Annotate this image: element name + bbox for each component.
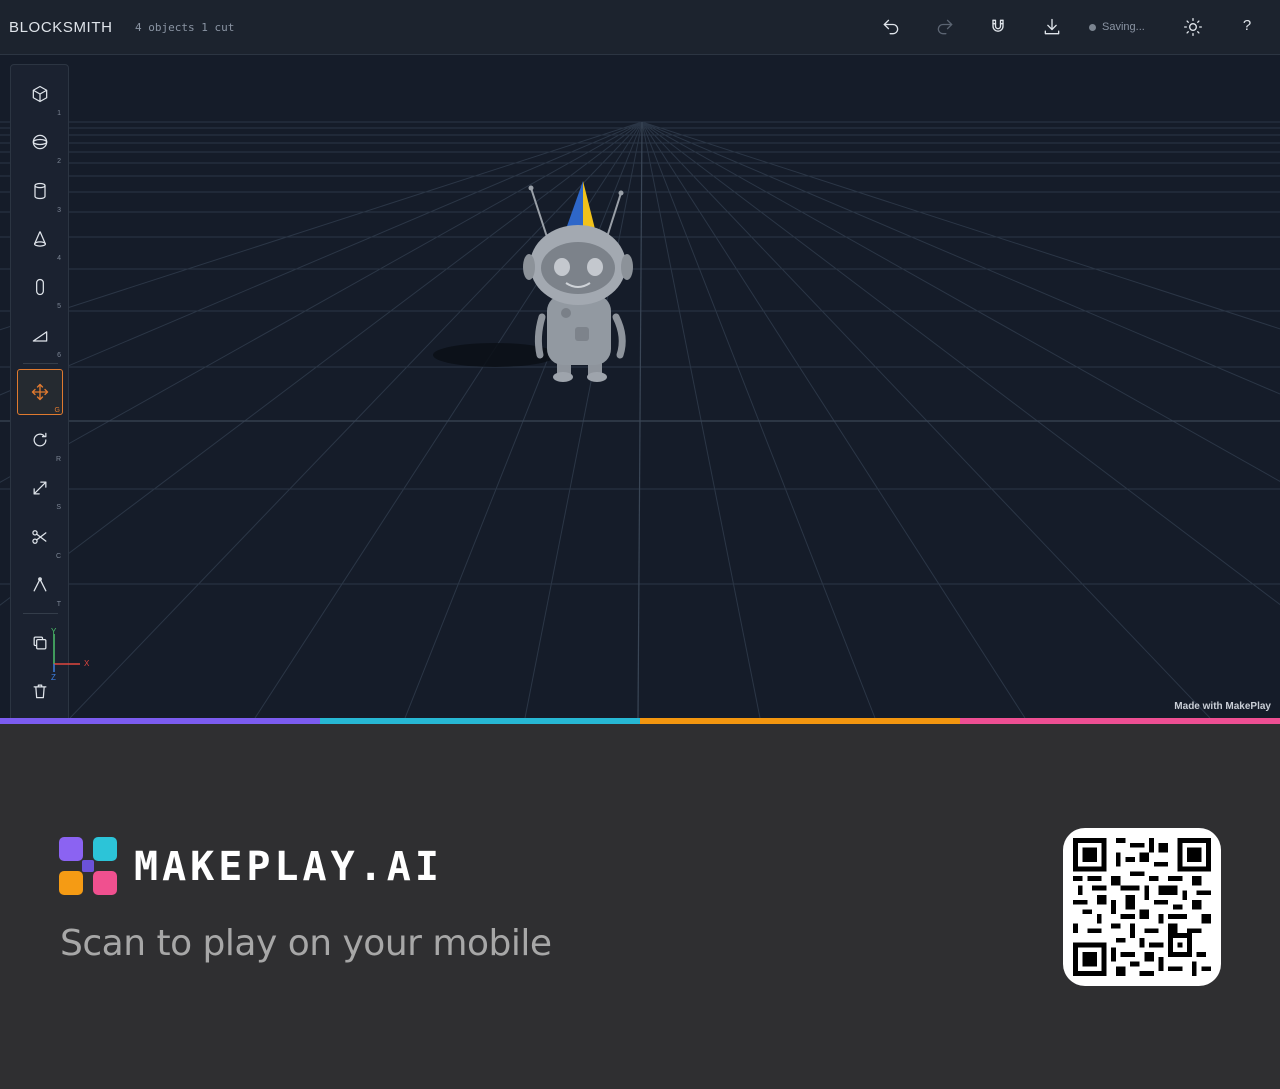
toolbar-divider (23, 363, 58, 364)
tool-shortcut-key: R (55, 456, 61, 463)
trash-icon (33, 684, 47, 699)
tool-move-button[interactable]: G (17, 369, 63, 415)
magnet-icon (992, 19, 1004, 32)
tool-palette: 1 2 3 4 5 6 G R S C T (10, 64, 69, 724)
toolbar-divider (23, 613, 58, 614)
tool-shortcut-key: G (54, 407, 60, 414)
tool-shortcut-key: T (56, 601, 61, 608)
makeplay-logo-icon (59, 837, 117, 895)
taper-icon (33, 577, 47, 592)
tool-cone-button[interactable]: 4 (17, 216, 63, 262)
cone-icon (33, 231, 47, 247)
cube-icon (32, 85, 48, 103)
rotate-icon (33, 432, 47, 447)
robot-model[interactable] (433, 181, 633, 382)
axis-x-label: X (84, 659, 90, 668)
scene-object-count: 4 objects 1 cut (135, 21, 235, 34)
status-dot (1089, 23, 1096, 31)
redo-button[interactable] (933, 15, 957, 39)
tool-shortcut-key: 1 (57, 110, 61, 117)
qr-code[interactable] (1063, 828, 1221, 986)
download-button[interactable] (1040, 15, 1064, 39)
tool-shortcut-key: 2 (57, 158, 61, 165)
capsule-icon (36, 278, 44, 296)
tool-rotate-button[interactable]: R (17, 417, 63, 463)
download-icon (1044, 18, 1060, 35)
tool-capsule-button[interactable]: 5 (17, 264, 63, 310)
axis-gizmo: Y X Z (51, 627, 90, 681)
tool-taper-button[interactable]: T (17, 562, 63, 608)
tool-scale-button[interactable]: S (17, 465, 63, 511)
scale-icon (33, 481, 47, 495)
tool-cylinder-button[interactable]: 3 (17, 168, 63, 214)
watermark: Made with MakePlay (1174, 701, 1271, 712)
tool-cube-button[interactable]: 1 (17, 71, 63, 117)
3d-viewport[interactable]: Made with MakePlay (0, 55, 1280, 718)
sun-icon (1184, 18, 1202, 36)
cylinder-icon (34, 182, 46, 200)
sphere-icon (32, 134, 48, 150)
undo-icon (883, 19, 899, 35)
help-button[interactable]: ? (1238, 17, 1256, 34)
tool-shortcut-key: 5 (57, 303, 61, 310)
tool-shortcut-key: 3 (57, 207, 61, 214)
promo-banner: MAKEPLAY.AI Scan to play on your mobile (0, 724, 1280, 1089)
axis-z-label: Z (51, 673, 56, 681)
redo-icon (937, 19, 953, 35)
app-title: BLOCKSMITH (9, 19, 113, 36)
tool-shortcut-key: S (56, 504, 61, 511)
ground-grid (0, 121, 1280, 718)
scissors-icon (32, 530, 47, 544)
move-icon (31, 383, 49, 401)
save-status-text: Saving... (1102, 21, 1145, 33)
theme-toggle-button[interactable] (1181, 15, 1205, 39)
tool-shortcut-key: 4 (57, 255, 61, 262)
wedge-icon (32, 331, 48, 342)
duplicate-icon (33, 636, 47, 650)
undo-button[interactable] (879, 15, 903, 39)
qr-code-icon (1073, 838, 1211, 976)
tool-wedge-button[interactable]: 6 (17, 313, 63, 359)
tool-shortcut-key: 6 (57, 352, 61, 359)
axis-y-label: Y (51, 627, 57, 636)
top-bar: BLOCKSMITH 4 objects 1 cut Saving... ? (0, 0, 1280, 55)
save-status: Saving... (1089, 21, 1145, 33)
tool-shortcut-key: C (55, 553, 61, 560)
tool-sphere-button[interactable]: 2 (17, 119, 63, 165)
tool-cut-button[interactable]: C (17, 514, 63, 560)
brand-name: MAKEPLAY.AI (134, 844, 443, 890)
snap-magnet-button[interactable] (986, 15, 1010, 39)
tagline: Scan to play on your mobile (60, 923, 552, 964)
